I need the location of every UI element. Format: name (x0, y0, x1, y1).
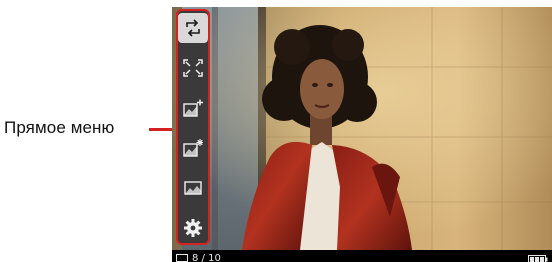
brightness-auto-icon (183, 139, 203, 157)
direct-menu-panel (176, 9, 210, 245)
image-counter-text: 8 / 10 (192, 253, 221, 262)
brightness-up-button[interactable] (178, 93, 208, 123)
camera-screen: 8 / 10 (172, 7, 552, 262)
status-bar: 8 / 10 (172, 250, 552, 262)
fit-to-screen-icon (183, 59, 203, 77)
image-info-icon (184, 181, 202, 195)
image-info-button[interactable] (178, 173, 208, 203)
image-counter: 8 / 10 (176, 253, 221, 262)
brightness-auto-button[interactable] (178, 133, 208, 163)
settings-gear-icon (184, 219, 202, 237)
direct-menu-callout-label: Прямое меню (4, 118, 115, 137)
rotate-button[interactable] (178, 13, 208, 43)
photo-preview (172, 7, 552, 250)
display-icon (176, 253, 188, 262)
battery-icon (528, 255, 548, 262)
fit-to-screen-button[interactable] (178, 53, 208, 83)
settings-button[interactable] (178, 213, 208, 243)
callout-leader-line (149, 128, 172, 131)
rotate-image-icon (186, 19, 200, 37)
brightness-up-icon (183, 99, 203, 117)
